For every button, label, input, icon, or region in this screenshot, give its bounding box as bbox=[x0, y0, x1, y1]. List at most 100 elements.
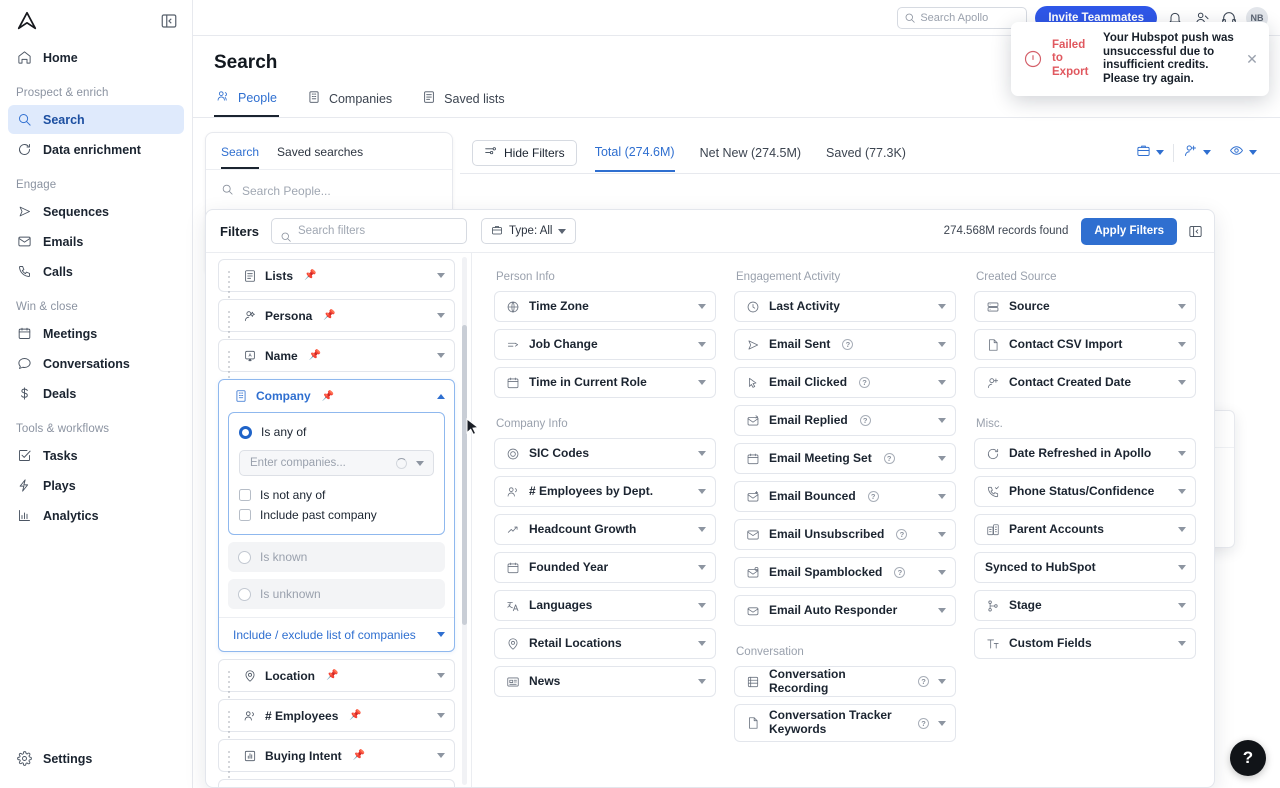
filter-item-employees-by-dept[interactable]: # Employees by Dept. bbox=[494, 476, 716, 507]
filter-item-last-activity[interactable]: Last Activity bbox=[734, 291, 956, 322]
tab-people[interactable]: People bbox=[214, 87, 279, 117]
chevron-down-icon[interactable] bbox=[938, 570, 946, 575]
chevron-down-icon[interactable] bbox=[698, 679, 706, 684]
briefcase-icon[interactable] bbox=[1136, 143, 1151, 163]
drag-handle-icon[interactable] bbox=[226, 749, 234, 778]
sidebar-item-sequences[interactable]: Sequences bbox=[8, 197, 184, 226]
checkbox-icon[interactable] bbox=[239, 509, 251, 521]
search-filters-input[interactable]: Search filters bbox=[271, 218, 468, 244]
filter-row-num-employees[interactable]: # Employees 📌 bbox=[218, 699, 455, 738]
drag-handle-icon[interactable] bbox=[226, 709, 234, 738]
panel-collapse-icon[interactable] bbox=[1188, 224, 1203, 239]
option-include-past-company[interactable]: Include past company bbox=[239, 505, 434, 525]
info-icon[interactable]: ? bbox=[918, 676, 929, 687]
sidebar-item-deals[interactable]: Deals bbox=[8, 379, 184, 408]
drag-handle-icon[interactable] bbox=[226, 269, 234, 298]
filter-item-email-meeting-set[interactable]: Email Meeting Set ? bbox=[734, 443, 956, 474]
chevron-down-icon[interactable] bbox=[1178, 451, 1186, 456]
results-tab-total[interactable]: Total (274.6M) bbox=[594, 134, 675, 172]
chevron-down-icon[interactable] bbox=[437, 713, 445, 718]
global-search-input[interactable]: Search Apollo bbox=[897, 6, 1028, 29]
apollo-logo-icon[interactable] bbox=[16, 10, 38, 32]
filter-item-contact-created-date[interactable]: Contact Created Date bbox=[974, 367, 1196, 398]
sidebar-item-analytics[interactable]: Analytics bbox=[8, 501, 184, 530]
sidebar-item-tasks[interactable]: Tasks bbox=[8, 441, 184, 470]
chevron-down-icon[interactable] bbox=[938, 608, 946, 613]
pin-icon[interactable]: 📌 bbox=[349, 710, 361, 721]
drag-handle-icon[interactable] bbox=[226, 309, 234, 338]
filter-row-persona[interactable]: Persona 📌 bbox=[218, 299, 455, 338]
info-icon[interactable]: ? bbox=[918, 717, 929, 729]
chevron-up-icon[interactable] bbox=[437, 393, 445, 399]
chevron-down-icon[interactable] bbox=[698, 451, 706, 456]
option-is-any-of[interactable]: Is any of bbox=[239, 422, 434, 442]
pin-icon[interactable]: 📌 bbox=[326, 670, 338, 681]
filter-item-retail-locations[interactable]: Retail Locations bbox=[494, 628, 716, 659]
chevron-down-icon[interactable] bbox=[437, 273, 445, 278]
filter-item-email-replied[interactable]: Email Replied ? bbox=[734, 405, 956, 436]
enter-companies-input[interactable]: Enter companies... bbox=[239, 450, 434, 476]
filter-item-custom-fields[interactable]: Custom Fields bbox=[974, 628, 1196, 659]
filter-item-phone-status-confidence[interactable]: Phone Status/Confidence bbox=[974, 476, 1196, 507]
pin-icon[interactable]: 📌 bbox=[353, 750, 365, 761]
filter-item-parent-accounts[interactable]: Parent Accounts bbox=[974, 514, 1196, 545]
filter-item-email-spamblocked[interactable]: Email Spamblocked ? bbox=[734, 557, 956, 588]
filter-item-email-auto-responder[interactable]: Email Auto Responder bbox=[734, 595, 956, 626]
drag-handle-icon[interactable] bbox=[226, 669, 234, 698]
chevron-down-icon[interactable] bbox=[416, 460, 424, 466]
chevron-down-icon[interactable] bbox=[437, 632, 445, 637]
chevron-down-icon[interactable] bbox=[437, 313, 445, 318]
results-tab-net-new[interactable]: Net New (274.5M) bbox=[700, 135, 801, 171]
option-is-not-any-of[interactable]: Is not any of bbox=[239, 485, 434, 505]
chevron-down-icon[interactable] bbox=[938, 304, 946, 309]
pin-icon[interactable]: 📌 bbox=[322, 391, 334, 402]
chevron-down-icon[interactable] bbox=[1249, 150, 1257, 155]
chevron-down-icon[interactable] bbox=[938, 342, 946, 347]
chevron-down-icon[interactable] bbox=[938, 720, 946, 726]
export-actions-group[interactable] bbox=[1127, 143, 1173, 163]
filter-item-email-clicked[interactable]: Email Clicked ? bbox=[734, 367, 956, 398]
filter-item-news[interactable]: News bbox=[494, 666, 716, 697]
filter-item-email-sent[interactable]: Email Sent ? bbox=[734, 329, 956, 360]
filter-item-source[interactable]: Source bbox=[974, 291, 1196, 322]
chevron-down-icon[interactable] bbox=[938, 456, 946, 461]
person-add-icon[interactable] bbox=[1183, 143, 1198, 163]
add-contact-actions-group[interactable] bbox=[1174, 143, 1220, 163]
chevron-down-icon[interactable] bbox=[938, 494, 946, 499]
chevron-down-icon[interactable] bbox=[1178, 342, 1186, 347]
pin-icon[interactable]: 📌 bbox=[304, 270, 316, 281]
chevron-down-icon[interactable] bbox=[938, 532, 946, 537]
sidebar-item-conversations[interactable]: Conversations bbox=[8, 349, 184, 378]
filter-item-stage[interactable]: Stage bbox=[974, 590, 1196, 621]
sidebar-item-home[interactable]: Home bbox=[8, 43, 184, 72]
scrollbar-thumb[interactable] bbox=[462, 325, 467, 625]
filter-row-name[interactable]: A Name 📌 bbox=[218, 339, 455, 378]
chevron-down-icon[interactable] bbox=[698, 380, 706, 385]
sidebar-item-meetings[interactable]: Meetings bbox=[8, 319, 184, 348]
search-card-tab-search[interactable]: Search bbox=[221, 145, 260, 169]
chevron-down-icon[interactable] bbox=[698, 342, 706, 347]
chevron-down-icon[interactable] bbox=[938, 380, 946, 385]
info-icon[interactable]: ? bbox=[867, 491, 879, 502]
chevron-down-icon[interactable] bbox=[698, 641, 706, 646]
chevron-down-icon[interactable] bbox=[437, 753, 445, 758]
info-icon[interactable]: ? bbox=[896, 529, 908, 540]
panel-collapse-icon[interactable] bbox=[160, 12, 178, 30]
sidebar-item-search[interactable]: Search bbox=[8, 105, 184, 134]
chevron-down-icon[interactable] bbox=[1178, 527, 1186, 532]
chevron-down-icon[interactable] bbox=[698, 527, 706, 532]
chevron-down-icon[interactable] bbox=[1156, 150, 1164, 155]
filter-row-lists[interactable]: Lists 📌 bbox=[218, 259, 455, 298]
type-filter-dropdown[interactable]: Type: All bbox=[481, 218, 577, 244]
results-tab-saved[interactable]: Saved (77.3K) bbox=[826, 135, 906, 171]
info-icon[interactable]: ? bbox=[894, 567, 906, 578]
chevron-down-icon[interactable] bbox=[1178, 603, 1186, 608]
info-icon[interactable]: ? bbox=[859, 415, 871, 426]
view-actions-group[interactable] bbox=[1220, 143, 1266, 163]
chevron-down-icon[interactable] bbox=[1178, 304, 1186, 309]
chevron-down-icon[interactable] bbox=[1178, 489, 1186, 494]
sidebar-item-emails[interactable]: Emails bbox=[8, 227, 184, 256]
filter-item-time-in-current-role[interactable]: Time in Current Role bbox=[494, 367, 716, 398]
sidebar-item-plays[interactable]: Plays bbox=[8, 471, 184, 500]
chevron-down-icon[interactable] bbox=[698, 489, 706, 494]
